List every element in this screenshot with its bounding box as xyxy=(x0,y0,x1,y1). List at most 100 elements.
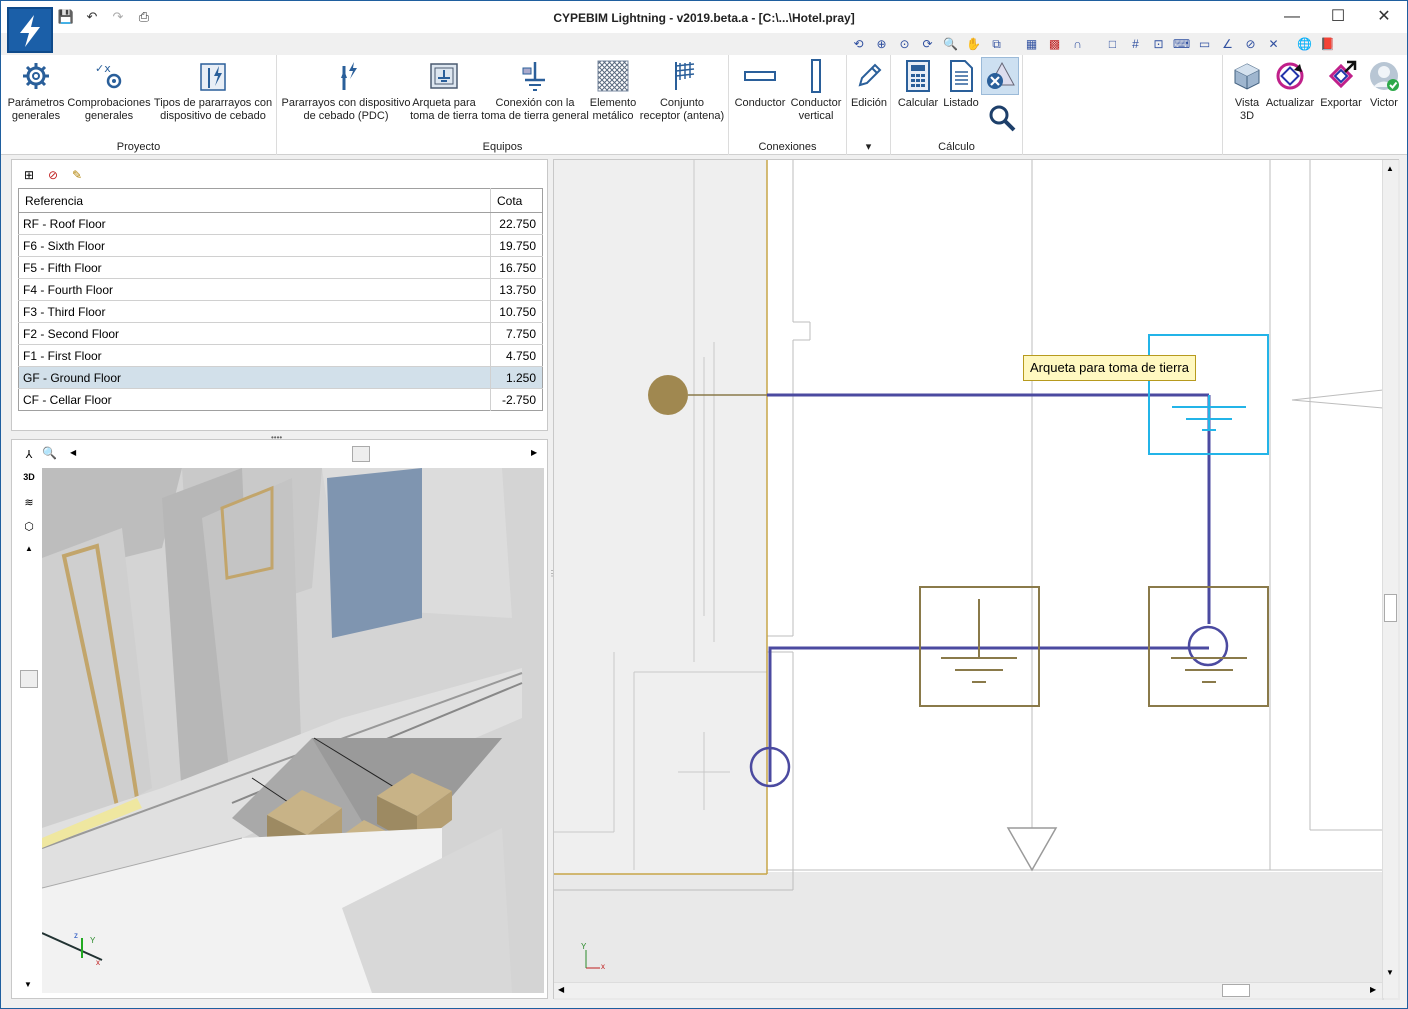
orbit-icon[interactable]: ⊘ xyxy=(1241,35,1260,53)
pararrayos-pdc-button[interactable]: Pararrayos con dispositivo de cebado (PD… xyxy=(281,59,411,123)
plan-vscroll-thumb[interactable] xyxy=(1384,594,1397,622)
scroll-down-icon[interactable]: ▼ xyxy=(24,980,32,989)
edit-floor-icon[interactable]: ✎ xyxy=(68,166,86,184)
edicion-button[interactable]: Edición xyxy=(849,59,889,110)
table-row-selected[interactable]: GF - Ground Floor 1.250 xyxy=(18,366,543,389)
user-account-button[interactable]: Victor xyxy=(1363,59,1405,110)
floor-ref: GF - Ground Floor xyxy=(18,366,491,389)
zoom-all-icon[interactable]: ⊕ xyxy=(872,35,891,53)
layers-icon[interactable]: ▦ xyxy=(1022,35,1041,53)
checks-gear-icon: ✓x xyxy=(92,59,126,93)
axis-y-label: Y xyxy=(90,936,96,945)
delete-floor-icon[interactable]: ⊘ xyxy=(44,166,62,184)
zoom-window-icon[interactable]: ⊙ xyxy=(895,35,914,53)
search-button[interactable] xyxy=(985,101,1016,139)
conjunto-receptor-button[interactable]: Conjunto receptor (antena) xyxy=(639,59,725,123)
vista-3d-button[interactable]: Vista 3D xyxy=(1227,59,1267,123)
plan-horizontal-scrollbar[interactable]: ◀ ▶ xyxy=(554,982,1382,998)
maximize-button[interactable]: ☐ xyxy=(1315,1,1361,33)
conjunto-label-1: Conjunto xyxy=(659,97,705,109)
elemento-metalico-button[interactable]: Elemento metálico xyxy=(583,59,643,123)
header-referencia[interactable]: Referencia xyxy=(18,188,491,213)
listado-button[interactable]: Listado xyxy=(941,59,981,110)
table-row[interactable]: F4 - Fourth Floor 13.750 xyxy=(18,278,543,301)
application-menu-button[interactable] xyxy=(7,7,53,53)
table-row[interactable]: F5 - Fifth Floor 16.750 xyxy=(18,256,543,279)
conductor-vertical-label-2: vertical xyxy=(798,110,834,122)
arqueta-label-1: Arqueta para xyxy=(412,97,476,109)
scroll-right-icon[interactable]: ▶ xyxy=(1370,985,1376,994)
horizontal-scroll-thumb[interactable] xyxy=(352,446,370,462)
redraw-icon[interactable]: ⧉ xyxy=(987,35,1006,53)
globe-icon[interactable]: 🌐 xyxy=(1295,35,1314,53)
parametros-generales-button[interactable]: Parámetros generales xyxy=(7,59,65,123)
vertical-conductor-icon xyxy=(799,59,833,93)
table-row[interactable]: F6 - Sixth Floor 19.750 xyxy=(18,234,543,257)
zoom-icon[interactable]: 🔍 xyxy=(941,35,960,53)
gear-icon xyxy=(19,59,53,93)
actualizar-button[interactable]: Actualizar xyxy=(1265,59,1315,110)
vertical-scroll-thumb[interactable] xyxy=(20,670,38,688)
grid-icon[interactable]: # xyxy=(1126,35,1145,53)
table-row[interactable]: F3 - Third Floor 10.750 xyxy=(18,300,543,323)
refresh-bim-icon xyxy=(1273,59,1307,93)
shield-3d-icon[interactable]: ⬡ xyxy=(20,520,38,538)
comprobaciones-generales-button[interactable]: ✓x Comprobaciones generales xyxy=(67,59,151,123)
conductor-vertical-button[interactable]: Conductor vertical xyxy=(789,59,843,123)
scroll-up-icon[interactable]: ▲ xyxy=(20,544,38,562)
add-floor-icon[interactable]: ⊞ xyxy=(20,166,38,184)
object-snap-icon[interactable]: □ xyxy=(1103,35,1122,53)
ribbon: Parámetros generales ✓x Comprobaciones g… xyxy=(1,55,1407,155)
exportar-button[interactable]: Exportar xyxy=(1317,59,1365,110)
scroll-up-icon[interactable]: ▲ xyxy=(1386,164,1394,173)
plan-hscroll-thumb[interactable] xyxy=(1222,984,1250,997)
comprobaciones-label-2: generales xyxy=(84,110,134,122)
scroll-down-icon[interactable]: ▼ xyxy=(1386,968,1394,977)
plan-vertical-scrollbar[interactable]: ▲ ▼ xyxy=(1382,160,1398,998)
conexion-toma-tierra-button[interactable]: Conexión con la toma de tierra general xyxy=(481,59,589,123)
errors-warning-button[interactable] xyxy=(981,57,1019,95)
scroll-left-icon[interactable]: ◀ xyxy=(558,985,564,994)
table-row[interactable]: CF - Cellar Floor -2.750 xyxy=(19,388,543,411)
calcular-button[interactable]: Calcular xyxy=(895,59,941,110)
layers-3d-icon[interactable]: ≋ xyxy=(20,496,38,514)
arqueta-toma-tierra-button[interactable]: Arqueta para toma de tierra xyxy=(407,59,481,123)
pararrayos-label-2: de cebado (PDC) xyxy=(303,110,389,122)
plan-view[interactable]: ▲ ▼ ◀ ▶ Y x xyxy=(553,159,1400,1000)
snap-point-icon[interactable]: ⊡ xyxy=(1149,35,1168,53)
warning-error-icon xyxy=(983,58,1017,92)
floor-cota: 10.750 xyxy=(490,300,543,323)
scroll-right-icon[interactable]: ▶ xyxy=(531,448,537,457)
conductor-button[interactable]: Conductor xyxy=(733,59,787,110)
floor-ref: F4 - Fourth Floor xyxy=(18,278,491,301)
floor-cota: 13.750 xyxy=(490,278,543,301)
tools-icon[interactable]: ✕ xyxy=(1264,35,1283,53)
references-icon[interactable]: ▩ xyxy=(1045,35,1064,53)
view-3d-canvas[interactable]: z Y x xyxy=(42,468,544,993)
tipos-pararrayos-button[interactable]: Tipos de pararrayos con dispositivo de c… xyxy=(153,59,273,123)
table-row[interactable]: F1 - First Floor 4.750 xyxy=(18,344,543,367)
lightning-rod-icon xyxy=(329,59,363,93)
pan-icon[interactable]: ✋ xyxy=(964,35,983,53)
table-row[interactable]: RF - Roof Floor 22.750 xyxy=(18,212,543,235)
table-row[interactable]: F2 - Second Floor 7.750 xyxy=(18,322,543,345)
header-cota[interactable]: Cota xyxy=(490,188,543,213)
snap-magnet-icon[interactable]: ∩ xyxy=(1068,35,1087,53)
axes-view-icon[interactable]: ⅄ xyxy=(20,448,38,466)
minimize-button[interactable]: — xyxy=(1269,1,1315,33)
scroll-left-icon[interactable]: ◀ xyxy=(70,448,76,457)
keyboard-icon[interactable]: ⌨ xyxy=(1172,35,1191,53)
close-button[interactable]: ✕ xyxy=(1361,1,1407,33)
dimension-icon[interactable]: ▭ xyxy=(1195,35,1214,53)
angle-icon[interactable]: ∠ xyxy=(1218,35,1237,53)
zoom-3d-icon[interactable]: 🔍 xyxy=(42,446,57,460)
rotate-view-icon[interactable]: ⟲ xyxy=(849,35,868,53)
floor-ref: F3 - Third Floor xyxy=(18,300,491,323)
zoom-previous-icon[interactable]: ⟳ xyxy=(918,35,937,53)
rotate-3d-icon[interactable]: 3D xyxy=(20,472,38,490)
floor-ref: F5 - Fifth Floor xyxy=(18,256,491,279)
edicion-dropdown-icon[interactable]: ▾ xyxy=(847,140,890,153)
book-icon[interactable]: 📕 xyxy=(1318,35,1337,53)
group-bim: Vista 3D Actualizar Exportar Victor xyxy=(1223,55,1407,155)
group-conexiones: Conductor Conductor vertical Conexiones xyxy=(729,55,847,155)
